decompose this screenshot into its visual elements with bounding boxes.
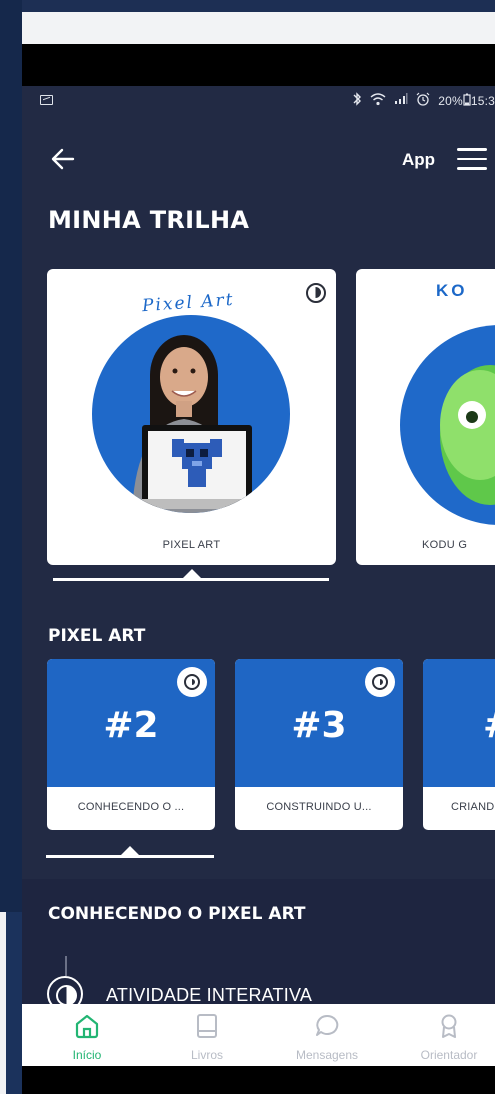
nav-item-label: Livros — [190, 1048, 223, 1062]
badge-icon — [441, 1014, 457, 1038]
home-icon — [75, 1014, 99, 1039]
hamburger-icon — [457, 148, 487, 170]
lesson-card[interactable]: # CRIAND — [423, 659, 495, 830]
activity-item-label[interactable]: ATIVIDADE INTERATIVA — [106, 985, 312, 1006]
lesson-progress-icon — [365, 667, 395, 697]
card-art-title: KO — [436, 281, 468, 300]
progress-badge-icon — [306, 283, 326, 303]
trilha-card-kodu[interactable]: KO KODU G — [356, 269, 495, 565]
phone-frame: 20% 15:3 App MINHA TRILHA Pixel Art PIXE… — [22, 12, 495, 1094]
minha-trilha-title: MINHA TRILHA — [48, 206, 250, 234]
card-caption: KODU G — [422, 539, 468, 551]
lesson-indicator-pointer — [120, 846, 140, 856]
arrow-left-icon — [51, 148, 75, 170]
nav-item-orientador[interactable]: Orientador — [394, 1004, 495, 1066]
battery-percent: 20% — [438, 93, 463, 108]
book-icon — [197, 1014, 217, 1038]
app-link[interactable]: App — [402, 150, 435, 170]
pixel-art-illustration — [92, 315, 290, 513]
battery-icon — [463, 93, 471, 109]
nav-item-label: Mensagens — [295, 1048, 359, 1062]
phone-top-bar — [22, 12, 495, 44]
nav-item-livros[interactable]: Livros — [152, 1004, 262, 1066]
nav-item-inicio[interactable]: Início — [32, 1004, 142, 1066]
signal-icon — [394, 93, 408, 108]
lesson-number: # — [483, 705, 495, 746]
timeline-connector — [65, 956, 67, 976]
chat-icon — [316, 1014, 339, 1036]
trilha-card-pixel-art[interactable]: Pixel Art PIXEL ART — [47, 269, 336, 565]
app-header: App — [22, 136, 495, 180]
trilha-indicator-pointer — [182, 569, 202, 579]
back-button[interactable] — [50, 146, 76, 172]
lesson-label: CRIAND — [451, 801, 495, 813]
lesson-card[interactable]: #3 CONSTRUINDO U... — [235, 659, 403, 830]
bluetooth-icon — [352, 92, 362, 109]
nav-item-label: Início — [72, 1048, 102, 1062]
gallery-notification-icon — [40, 95, 53, 105]
card-art-title: Pixel Art — [141, 289, 236, 317]
lesson-label: CONHECENDO O ... — [77, 801, 185, 813]
lesson-label: CONSTRUINDO U... — [266, 801, 372, 813]
status-bar: 20% 15:3 — [22, 86, 495, 114]
status-indicators: 20% 15:3 — [352, 92, 495, 109]
card-caption: PIXEL ART — [162, 539, 221, 551]
clock-time: 15:3 — [470, 93, 495, 108]
activity-section-title: CONHECENDO O PIXEL ART — [48, 904, 306, 924]
nav-item-label: Orientador — [420, 1048, 478, 1062]
nav-item-mensagens[interactable]: Mensagens — [272, 1004, 382, 1066]
background-left-corner-inner — [6, 912, 22, 1094]
alarm-icon — [416, 92, 430, 109]
lesson-number: #2 — [103, 705, 159, 746]
pixel-art-section-title: PIXEL ART — [48, 626, 146, 646]
app-screen: 20% 15:3 App MINHA TRILHA Pixel Art PIXE… — [22, 86, 495, 1066]
kodu-illustration — [400, 325, 495, 525]
wifi-icon — [370, 92, 386, 109]
phone-bottom-bezel — [22, 1066, 495, 1094]
lesson-number: #3 — [291, 705, 347, 746]
lesson-card[interactable]: #2 CONHECENDO O ... — [47, 659, 215, 830]
menu-button[interactable] — [457, 148, 487, 170]
lesson-progress-icon — [177, 667, 207, 697]
bottom-navigation: Início Livros Mensagens Orientador — [22, 1004, 495, 1066]
